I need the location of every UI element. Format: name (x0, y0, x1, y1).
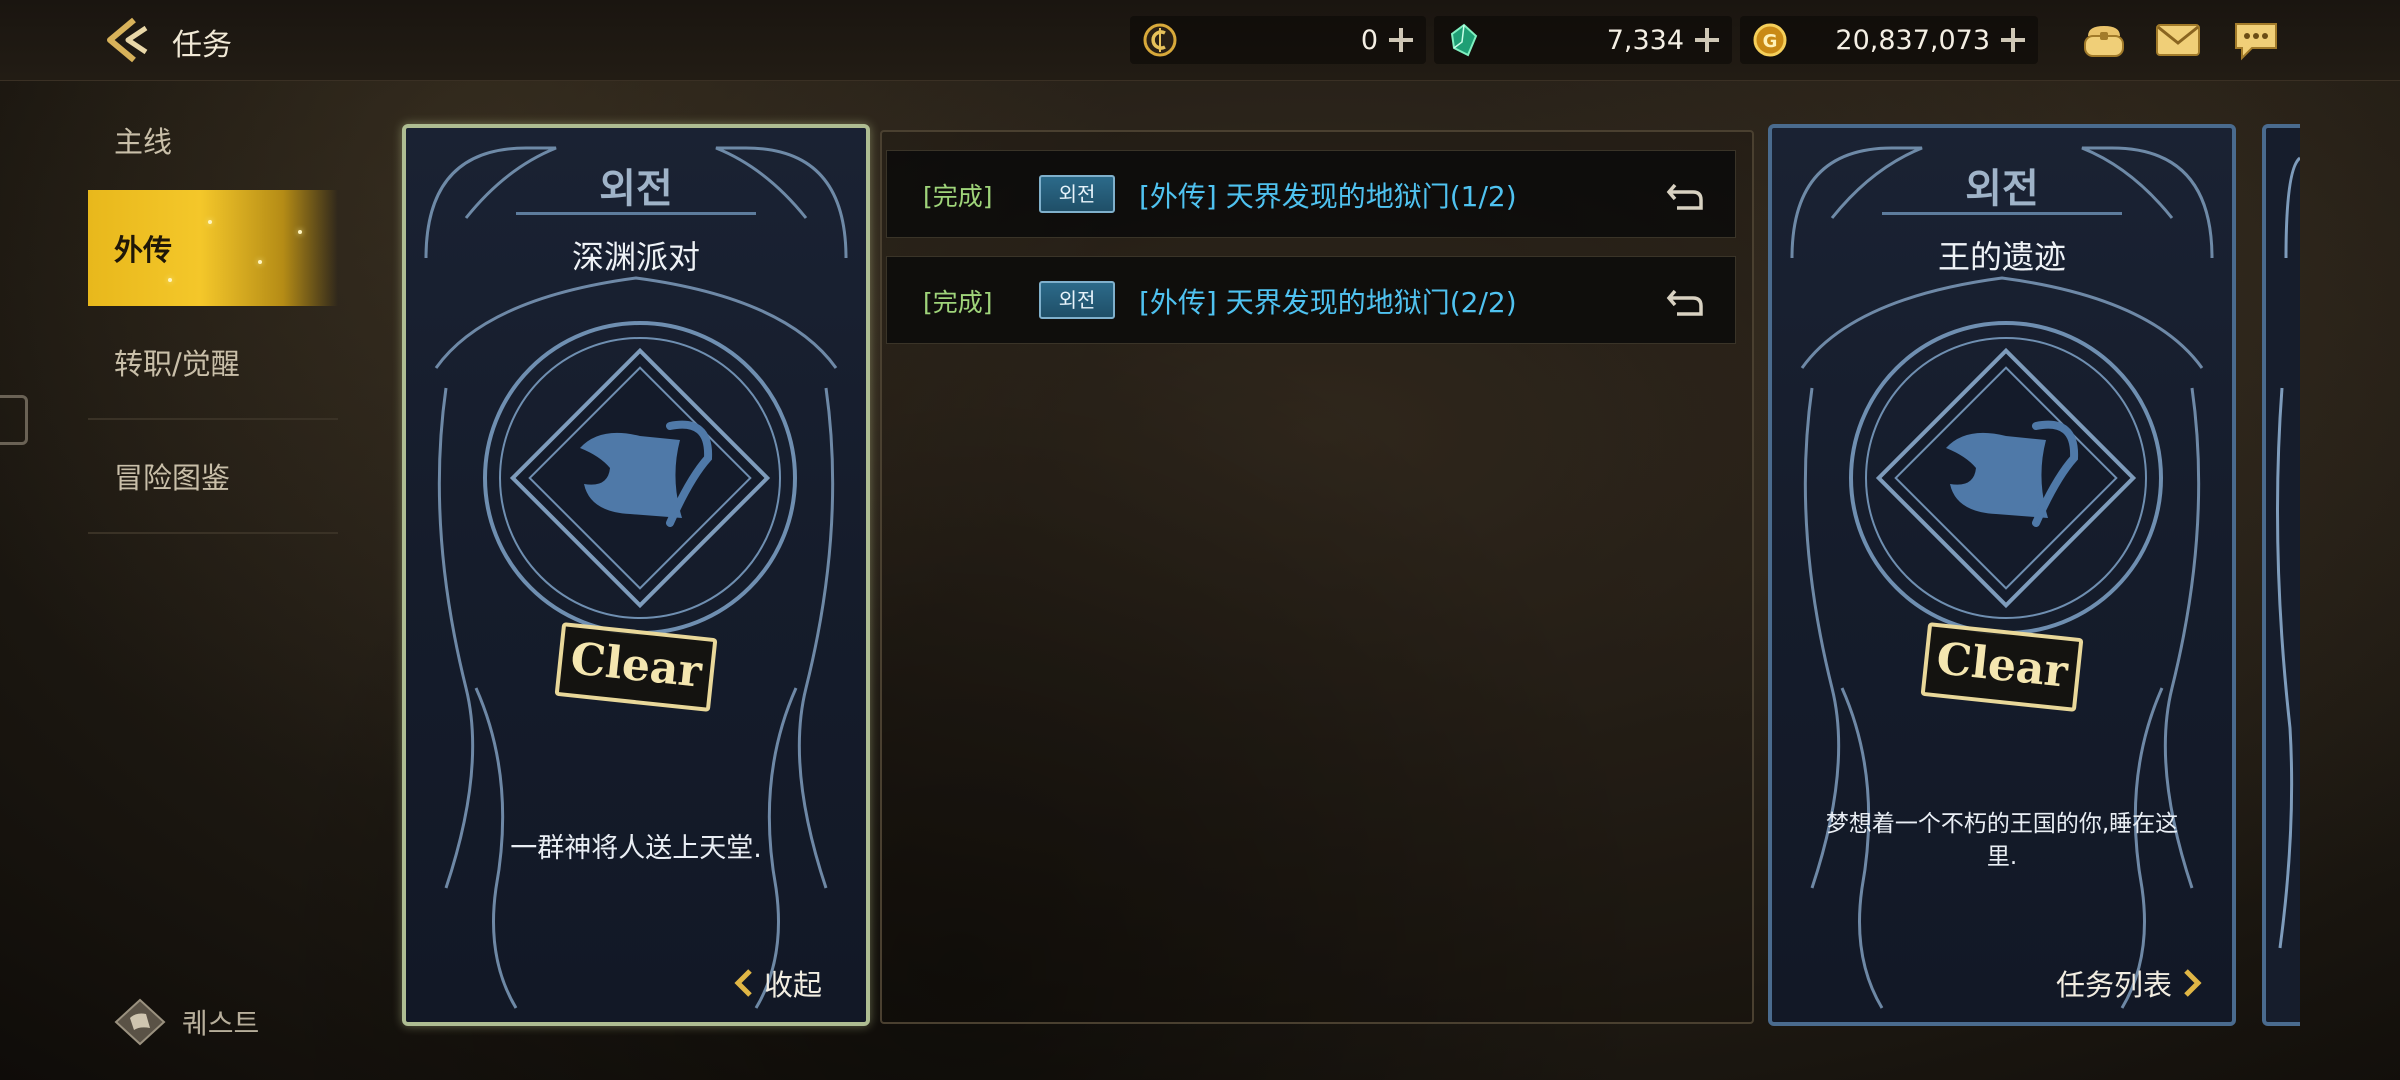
add-c-coin-button[interactable] (1386, 25, 1416, 55)
currency-c-coin: 0 (1130, 16, 1426, 64)
card-description: 梦想着一个不朽的王国的你,睡在这里. (1825, 811, 2179, 870)
sparkle (168, 278, 172, 282)
scroll-quill-emblem-icon (483, 321, 797, 635)
c-coin-value: 0 (1360, 24, 1378, 56)
c-coin-icon (1143, 23, 1177, 57)
card-header: 외전 (1965, 166, 2039, 212)
sparkle (258, 260, 262, 264)
return-arrow-icon[interactable] (1665, 281, 1705, 321)
sparkle (298, 230, 302, 234)
sidebar-item-job-change[interactable]: 转职/觉醒 (88, 306, 338, 420)
card-header: 외전 (599, 166, 673, 212)
quest-title: [外传] 天界发现的地狱门(1/2) (1139, 180, 1517, 213)
ornate-frame (2276, 156, 2300, 949)
collapse-button[interactable]: 收起 (734, 962, 822, 1004)
mail-button[interactable] (2154, 18, 2202, 62)
chat-icon (2235, 23, 2277, 61)
return-arrow-icon[interactable] (1665, 175, 1705, 215)
quest-scroll-icon (114, 998, 166, 1046)
green-gem-icon (1450, 23, 1478, 57)
mail-icon (2156, 24, 2200, 56)
sidebar-item-side-story[interactable]: 外传 (88, 190, 338, 306)
next-story-card[interactable] (2262, 124, 2300, 1026)
chevron-right-icon (2184, 969, 2202, 997)
back-button[interactable] (100, 14, 156, 66)
quest-type-badge: 외전 (1039, 281, 1115, 319)
edge-handle[interactable] (0, 395, 28, 445)
card-title: 深渊派对 (571, 238, 700, 276)
sidebar-item-label: 冒险图鉴 (114, 461, 231, 495)
quest-type-badge: 외전 (1039, 175, 1115, 213)
quest-brand: 퀘스트 (112, 996, 259, 1048)
quest-row[interactable]: [完成] 외전 [外传] 天界发现的地狱门(2/2) (886, 256, 1736, 344)
card-description: 一群神将人送上天堂. (510, 833, 762, 864)
top-bar: 任务 0 7,334 G 20,837,073 (0, 0, 2400, 81)
quest-list-panel: [完成] 외전 [外传] 天界发现的地狱门(1/2) [完成] 외전 [外传] … (880, 130, 1754, 1024)
quest-row[interactable]: [完成] 외전 [外传] 天界发现的地狱门(1/2) (886, 150, 1736, 238)
sidebar-item-main[interactable]: 主线 (88, 90, 338, 190)
story-card-kings-ruins[interactable]: 외전 王的遗迹 Clear 梦想着一个不朽的王国的你,睡在这里. 任务列表 (1768, 124, 2236, 1026)
sparkle (208, 220, 212, 224)
add-green-gem-button[interactable] (1692, 25, 1722, 55)
chat-button[interactable] (2232, 18, 2280, 62)
sidebar-item-label: 外传 (114, 233, 173, 267)
sidebar: 主线 外传 转职/觉醒 冒险图鉴 (88, 90, 338, 534)
back-arrow-icon (107, 17, 148, 63)
add-gold-button[interactable] (1998, 25, 2028, 55)
card-title: 王的遗迹 (1937, 238, 2066, 276)
currency-gold: G 20,837,073 (1740, 16, 2038, 64)
scroll-quill-emblem-icon (1849, 321, 2163, 635)
story-card-abyss-party[interactable]: 외전 深渊派对 Clear 一群神将人送上天堂. 收起 (402, 124, 870, 1026)
quest-status: [完成] (923, 288, 993, 317)
chevron-left-icon (734, 969, 752, 997)
sidebar-item-adventure-guide[interactable]: 冒险图鉴 (88, 420, 338, 534)
quest-list-label: 任务列表 (2055, 968, 2172, 1002)
collapse-label: 收起 (763, 968, 822, 1002)
gold-value: 20,837,073 (1835, 24, 1990, 56)
card-divider (516, 212, 756, 215)
svg-text:G: G (1763, 31, 1778, 52)
quest-title: [外传] 天界发现的地狱门(2/2) (1139, 286, 1517, 319)
green-gem-value: 7,334 (1606, 24, 1684, 56)
page-title: 任务 (172, 28, 232, 63)
bag-button[interactable] (2080, 18, 2128, 62)
gold-coin-icon: G (1753, 23, 1787, 57)
bag-icon (2084, 26, 2124, 57)
sidebar-item-label: 转职/觉醒 (114, 347, 240, 381)
card-divider (1882, 212, 2122, 215)
brand-label: 퀘스트 (182, 1007, 260, 1040)
sidebar-item-label: 主线 (114, 125, 173, 159)
currency-green-gem: 7,334 (1434, 16, 1732, 64)
quest-status: [完成] (923, 182, 993, 211)
quest-list-button[interactable]: 任务列表 (2056, 962, 2202, 1004)
